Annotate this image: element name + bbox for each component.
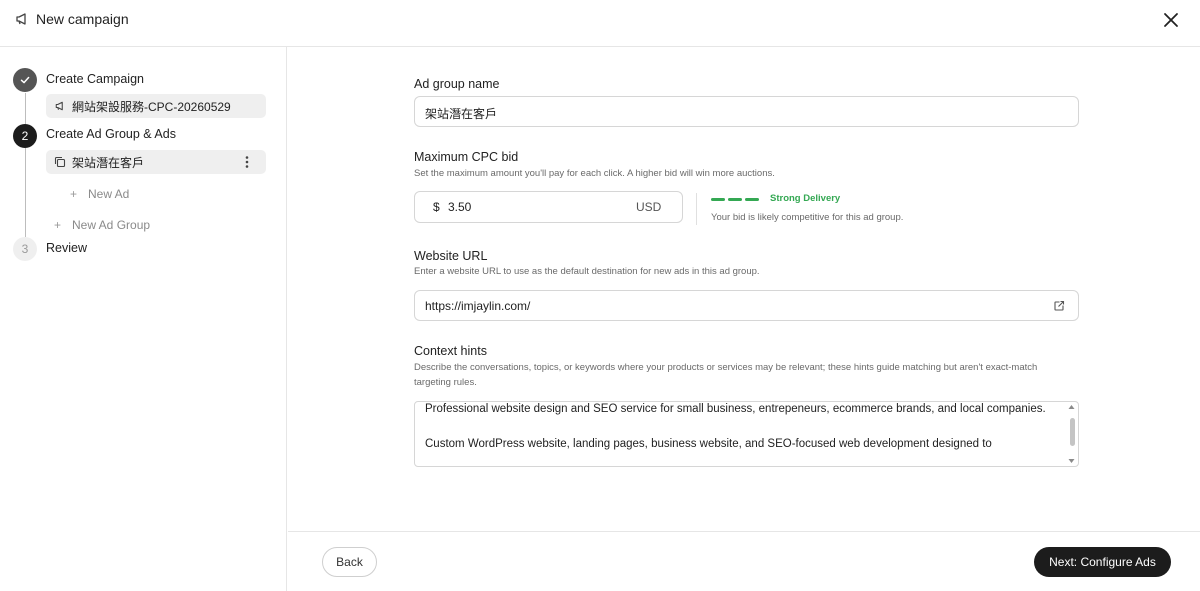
website-url-description: Enter a website URL to use as the defaul… (414, 266, 760, 277)
new-ad-link[interactable]: + New Ad (70, 187, 129, 201)
currency-code: USD (636, 200, 662, 214)
scroll-down-icon[interactable] (1068, 458, 1075, 464)
currency-symbol: $ (433, 200, 440, 214)
context-hints-value: Professional website design and SEO serv… (425, 403, 1046, 450)
ad-group-name-label: Ad group name (414, 77, 500, 91)
ad-group-item-label: 架站潛在客戶 (72, 155, 145, 170)
cpc-bid-input[interactable]: $ 3.50 USD (414, 191, 683, 223)
close-icon[interactable] (1160, 9, 1182, 31)
delivery-bar-1 (711, 198, 725, 201)
sidebar-item-campaign[interactable]: 網站架設服務-CPC-20260529 (46, 94, 266, 118)
copy-icon (54, 156, 66, 168)
new-ad-group-label: New Ad Group (72, 218, 151, 232)
context-hints-label: Context hints (414, 344, 487, 358)
external-link-icon[interactable] (1053, 300, 1065, 312)
step-1-label[interactable]: Create Campaign (46, 72, 144, 86)
modal-footer: Back Next: Configure Ads (288, 531, 1200, 591)
megaphone-icon (16, 13, 26, 25)
step-2-label[interactable]: Create Ad Group & Ads (46, 127, 176, 141)
sidebar-item-ad-group[interactable]: 架站潛在客戶 (46, 150, 266, 174)
context-hints-description: Describe the conversations, topics, or k… (414, 362, 1038, 388)
website-url-value: https://imjaylin.com/ (425, 299, 531, 313)
step-connector (25, 93, 26, 124)
steps-sidebar: Create Campaign 網站架設服務-CPC-20260529 2 Cr… (0, 47, 287, 591)
delivery-bar-2 (728, 198, 742, 201)
scrollbar-thumb[interactable] (1070, 418, 1075, 446)
megaphone-icon (55, 101, 63, 111)
ad-group-form: Ad group name 架站潛在客戶 Maximum CPC bid Set… (288, 47, 1200, 531)
step-2-number: 2 (13, 124, 37, 148)
next-configure-ads-button[interactable]: Next: Configure Ads (1034, 547, 1171, 577)
scroll-up-icon[interactable] (1068, 404, 1075, 410)
ad-group-name-value: 架站潛在客戶 (425, 107, 498, 121)
cpc-bid-label: Maximum CPC bid (414, 150, 519, 164)
new-ad-group-link[interactable]: + New Ad Group (54, 218, 150, 232)
delivery-status: Strong Delivery (770, 193, 841, 204)
modal-title: New campaign (36, 11, 129, 27)
modal-header: New campaign (0, 0, 1200, 47)
website-url-input[interactable]: https://imjaylin.com/ (414, 290, 1079, 321)
step-1-check (13, 68, 37, 92)
step-connector (25, 148, 26, 237)
new-ad-label: New Ad (88, 187, 130, 201)
ad-group-name-input[interactable]: 架站潛在客戶 (414, 96, 1079, 127)
delivery-bar-3 (745, 198, 759, 201)
back-button[interactable]: Back (322, 547, 377, 577)
delivery-note: Your bid is likely competitive for this … (711, 212, 904, 223)
plus-icon: + (54, 218, 62, 232)
plus-icon: + (70, 187, 78, 201)
context-hints-textarea[interactable]: Professional website design and SEO serv… (414, 401, 1079, 467)
step-3-label[interactable]: Review (46, 241, 87, 255)
more-vert-icon[interactable] (240, 154, 254, 170)
campaign-item-label: 網站架設服務-CPC-20260529 (72, 99, 231, 114)
step-3-number: 3 (13, 237, 37, 261)
cpc-bid-description: Set the maximum amount you'll pay for ea… (414, 168, 775, 179)
website-url-label: Website URL (414, 249, 488, 263)
check-icon (20, 76, 30, 84)
divider (696, 193, 697, 225)
cpc-bid-value: 3.50 (448, 200, 472, 214)
